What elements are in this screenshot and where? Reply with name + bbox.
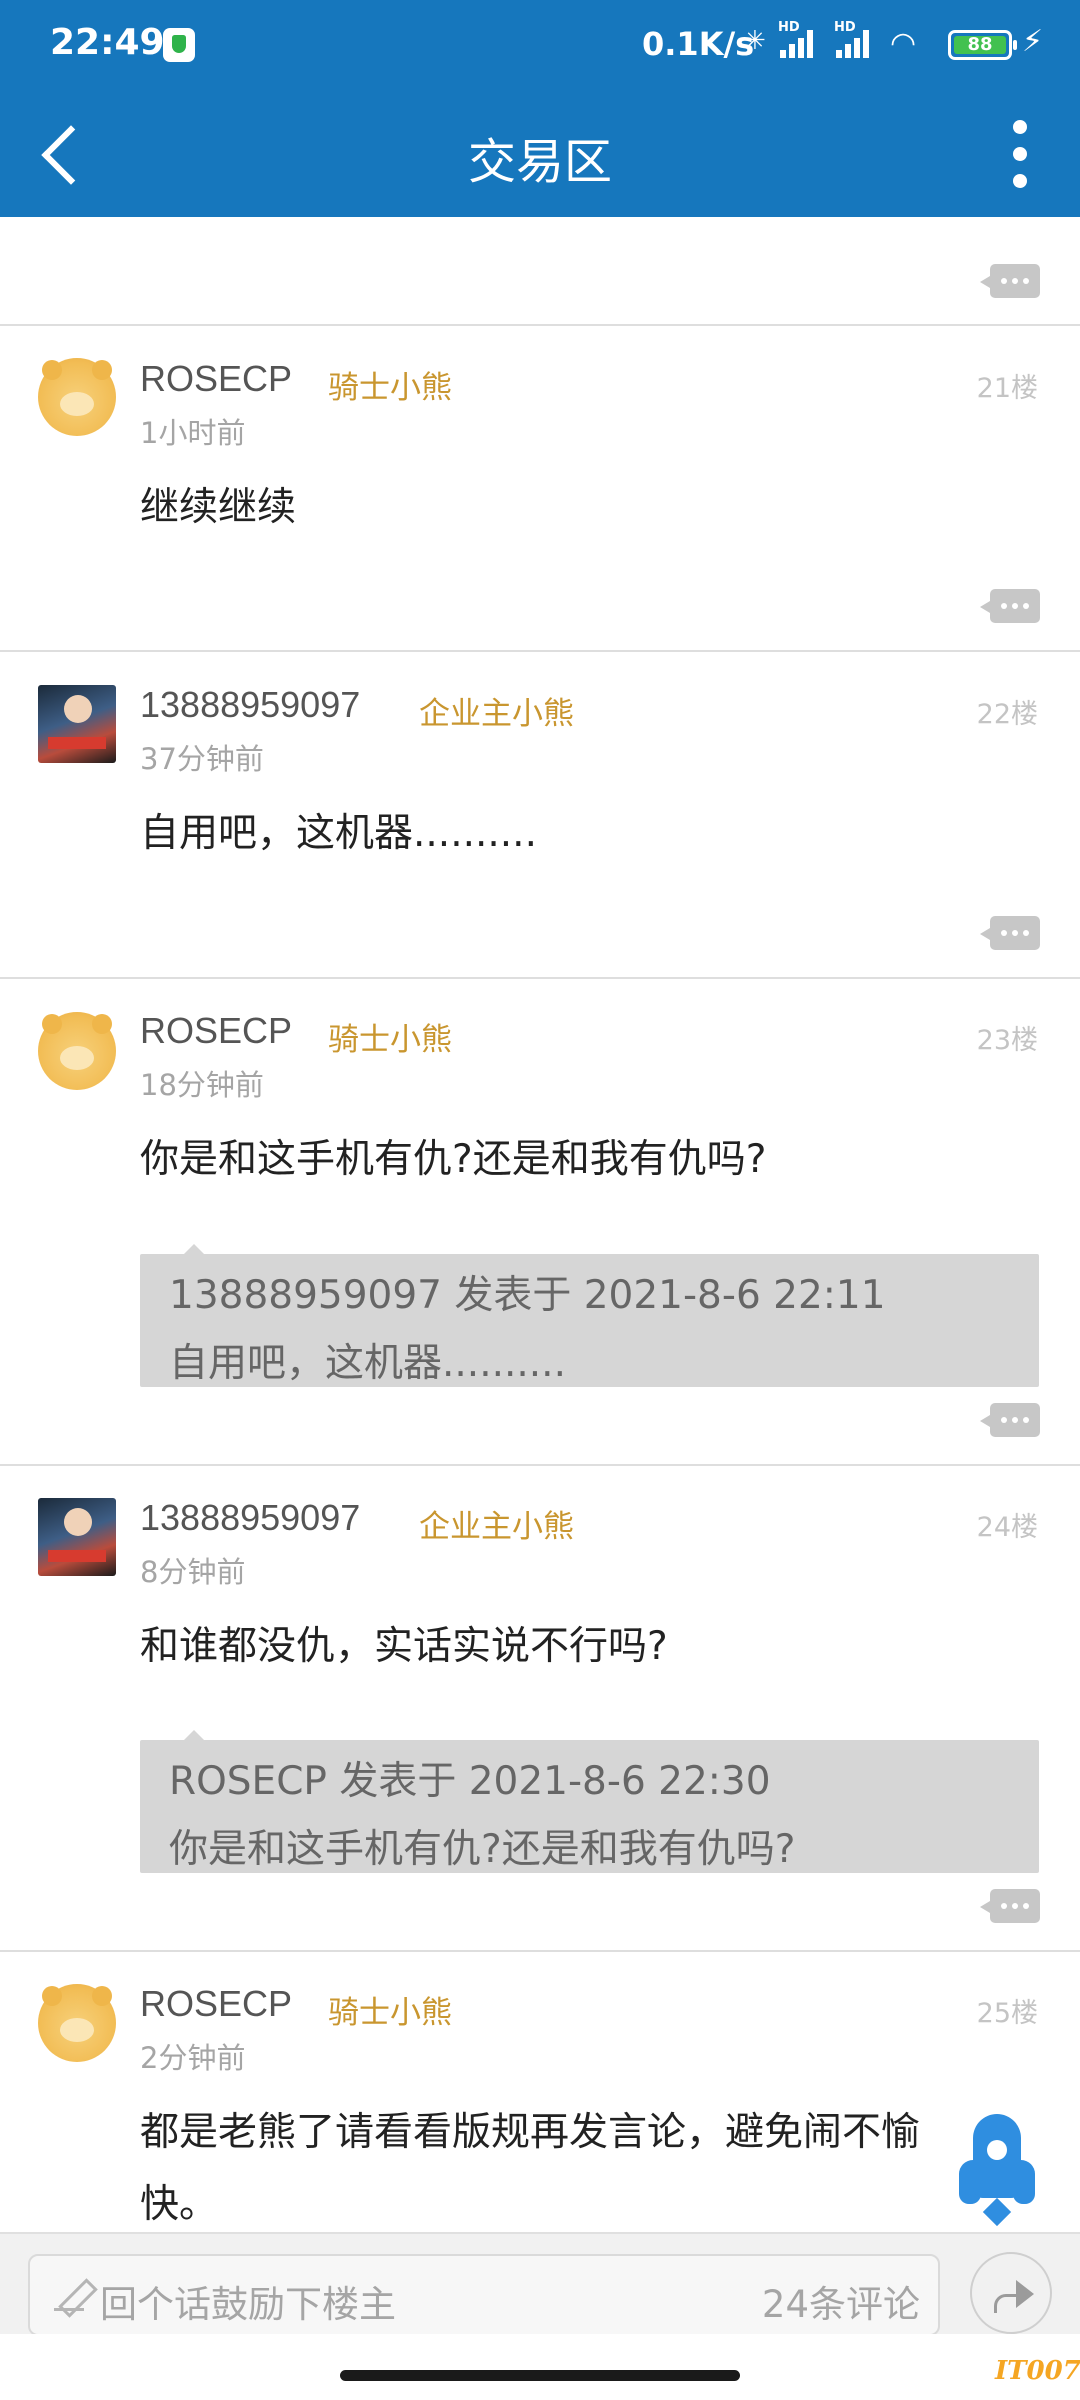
comment-icon[interactable] (980, 1403, 1040, 1437)
reply-bar: 回个话鼓励下楼主 24条评论 (0, 2232, 1080, 2336)
bluetooth-icon: ✳ (744, 26, 766, 56)
divider (0, 1950, 1080, 1952)
page-title: 交易区 (467, 134, 612, 190)
floor-number: 21楼 (976, 373, 1038, 404)
username[interactable]: ROSECP (140, 1010, 292, 1052)
user-avatar[interactable] (38, 1498, 116, 1576)
comment-icon[interactable] (980, 1889, 1040, 1923)
reply-placeholder: 回个话鼓励下楼主 (100, 2283, 396, 2326)
post-content: 继续继续 (140, 485, 297, 530)
floor-number: 23楼 (976, 1025, 1038, 1056)
home-indicator[interactable] (340, 2370, 740, 2381)
quoted-reply[interactable]: ROSECP 发表于 2021-8-6 22:30 你是和这手机有仇?还是和我有… (140, 1730, 1039, 1873)
shield-icon (163, 28, 195, 62)
user-avatar[interactable] (38, 685, 116, 763)
username[interactable]: 13888959097 (140, 684, 360, 726)
floor-number: 25楼 (976, 1998, 1038, 2029)
quoted-reply[interactable]: 13888959097 发表于 2021-8-6 22:11 自用吧，这机器..… (140, 1244, 1039, 1387)
post-content: 你是和这手机有仇?还是和我有仇吗? (140, 1137, 767, 1182)
more-dot-icon (1013, 120, 1027, 134)
post-time: 2分钟前 (140, 2041, 246, 2075)
divider (0, 977, 1080, 979)
wifi-icon: ◠ (890, 26, 917, 61)
quote-header: ROSECP 发表于 2021-8-6 22:30 (169, 1759, 771, 1804)
comment-icon[interactable] (980, 916, 1040, 950)
post-content: 都是老熊了请看看版规再发言论，避免闹不愉快。 (140, 2110, 921, 2227)
user-avatar[interactable] (38, 1984, 116, 2062)
divider (0, 324, 1080, 326)
comment-count[interactable]: 24条评论 (762, 2274, 920, 2328)
post-time: 1小时前 (140, 416, 246, 450)
post-time: 37分钟前 (140, 742, 264, 776)
floor-number: 24楼 (976, 1512, 1038, 1543)
battery-level: 88 (954, 36, 1006, 54)
comment-icon[interactable] (980, 589, 1040, 623)
floor-number: 22楼 (976, 699, 1038, 730)
user-badge: 骑士小熊 (328, 1022, 452, 1058)
username[interactable]: 13888959097 (140, 1497, 360, 1539)
rocket-icon[interactable] (957, 2114, 1037, 2227)
post-content: 和谁都没仇，实话实说不行吗? (140, 1624, 668, 1669)
network-speed: 0.1K/s (642, 25, 755, 63)
user-badge: 企业主小熊 (419, 1509, 574, 1545)
user-badge: 企业主小熊 (419, 696, 574, 732)
status-bar: 22:49 0.1K/s ✳ HD HD ◠ 88 ⚡ (0, 0, 1080, 90)
signal-icon (780, 26, 818, 58)
post-time: 18分钟前 (140, 1068, 264, 1102)
system-nav-bar (0, 2334, 1080, 2400)
reply-input[interactable]: 回个话鼓励下楼主 24条评论 (28, 2254, 940, 2336)
more-dot-icon (1013, 147, 1027, 161)
comment-icon[interactable] (980, 264, 1040, 298)
pencil-icon (54, 2276, 90, 2312)
quote-text: 自用吧，这机器.......... (169, 1341, 566, 1386)
clock: 22:49 (50, 22, 165, 63)
charging-icon: ⚡ (1022, 24, 1044, 59)
post-time: 8分钟前 (140, 1555, 246, 1589)
user-badge: 骑士小熊 (328, 1995, 452, 2031)
quote-text: 你是和这手机有仇?还是和我有仇吗? (169, 1827, 796, 1872)
post-content: 自用吧，这机器.......... (140, 811, 537, 856)
user-avatar[interactable] (38, 358, 116, 436)
divider (0, 1464, 1080, 1466)
more-menu-button[interactable] (990, 118, 1050, 190)
user-avatar[interactable] (38, 1012, 116, 1090)
quote-header: 13888959097 发表于 2021-8-6 22:11 (169, 1273, 886, 1318)
divider (0, 650, 1080, 652)
user-badge: 骑士小熊 (328, 370, 452, 406)
battery-icon: 88 (948, 30, 1017, 60)
signal-icon-2 (836, 26, 874, 58)
share-button[interactable] (970, 2252, 1052, 2334)
username[interactable]: ROSECP (140, 358, 292, 400)
watermark: IT007 (995, 2356, 1080, 2386)
username[interactable]: ROSECP (140, 1983, 292, 2025)
app-bar: 交易区 (0, 90, 1080, 217)
more-dot-icon (1013, 174, 1027, 188)
